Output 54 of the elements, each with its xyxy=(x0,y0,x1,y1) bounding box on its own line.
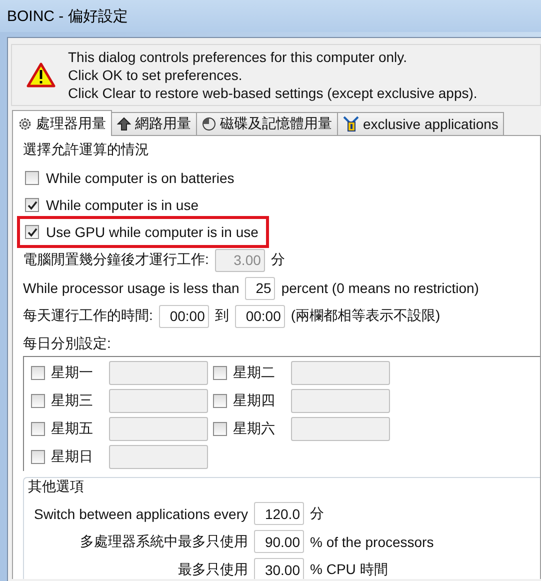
notice-text: This dialog controls preferences for this computer only. xyxy=(68,48,408,66)
input-field[interactable]: 00:00 xyxy=(234,304,285,328)
input-field[interactable]: 25 xyxy=(245,276,276,300)
tab[interactable]: 處理器用量 xyxy=(12,110,112,136)
unit-label: percent (0 means no restriction) xyxy=(281,280,479,296)
notice-text: Click Clear to restore web-based settings (except exclusive apps). xyxy=(68,84,478,102)
unit-label: % CPU 時間 xyxy=(310,560,389,578)
input-field[interactable]: 00:00 xyxy=(158,304,209,328)
window-title: BOINC - 偏好設定 xyxy=(7,6,128,26)
unit-label: 分 xyxy=(310,504,325,522)
tab[interactable]: 磁碟及記憶體用量 xyxy=(196,112,338,135)
checkbox-label: While computer is in use xyxy=(46,197,199,213)
section-title: 其他選項 xyxy=(28,477,85,496)
notice-text: Click OK to set preferences. xyxy=(68,66,244,84)
day-label: 星期四 xyxy=(233,392,276,410)
gear-icon xyxy=(18,116,32,130)
day-label: 星期三 xyxy=(51,392,94,410)
checkbox[interactable] xyxy=(213,394,227,408)
pie-chart-icon xyxy=(202,117,216,131)
day-label: 星期六 xyxy=(233,420,276,438)
checkbox[interactable] xyxy=(25,171,39,185)
input-field[interactable]: 90.00 xyxy=(254,530,304,553)
checkbox[interactable] xyxy=(31,422,45,436)
checkbox[interactable] xyxy=(25,198,39,212)
field-label: Switch between applications every xyxy=(32,506,248,522)
unit-label: 分 xyxy=(270,251,285,269)
checkbox[interactable] xyxy=(213,366,227,380)
input-field[interactable]: 120.0 xyxy=(254,502,304,525)
field-label: While processor usage is less than xyxy=(23,280,240,296)
checkbox[interactable] xyxy=(31,394,45,408)
checkbox[interactable] xyxy=(31,366,45,380)
checkbox[interactable] xyxy=(31,450,45,464)
field-label: 電腦閒置幾分鐘後才運行工作: xyxy=(23,251,209,269)
tab[interactable]: 網路用量 xyxy=(111,112,197,135)
day-label: 星期一 xyxy=(51,364,94,382)
section-title: 每日分別設定: xyxy=(23,334,112,353)
unit-label: % of the processors xyxy=(310,534,435,550)
day-label: 星期二 xyxy=(233,364,276,382)
tab[interactable]: exclusive applications xyxy=(337,112,504,135)
checkbox[interactable] xyxy=(213,422,227,436)
checkbox[interactable] xyxy=(25,225,39,239)
checkbox-label: Use GPU while computer is in use xyxy=(46,224,258,240)
input-field[interactable]: 30.00 xyxy=(254,558,304,579)
note-text: (兩欄都相等表示不設限) xyxy=(290,307,440,325)
field-label: 多處理器系統中最多只使用 xyxy=(79,532,248,550)
warning-icon xyxy=(26,62,56,88)
upload-arrow-icon xyxy=(117,117,131,131)
day-label: 星期五 xyxy=(51,420,94,438)
section-title: 選擇允許運算的情況 xyxy=(23,140,150,159)
day-label: 星期日 xyxy=(51,448,94,466)
checkbox-label: While computer is on batteries xyxy=(46,170,234,186)
field-label: 每天運行工作的時間: xyxy=(23,307,153,325)
unit-label: 到 xyxy=(214,307,229,325)
field-label: 最多只使用 xyxy=(177,560,248,578)
